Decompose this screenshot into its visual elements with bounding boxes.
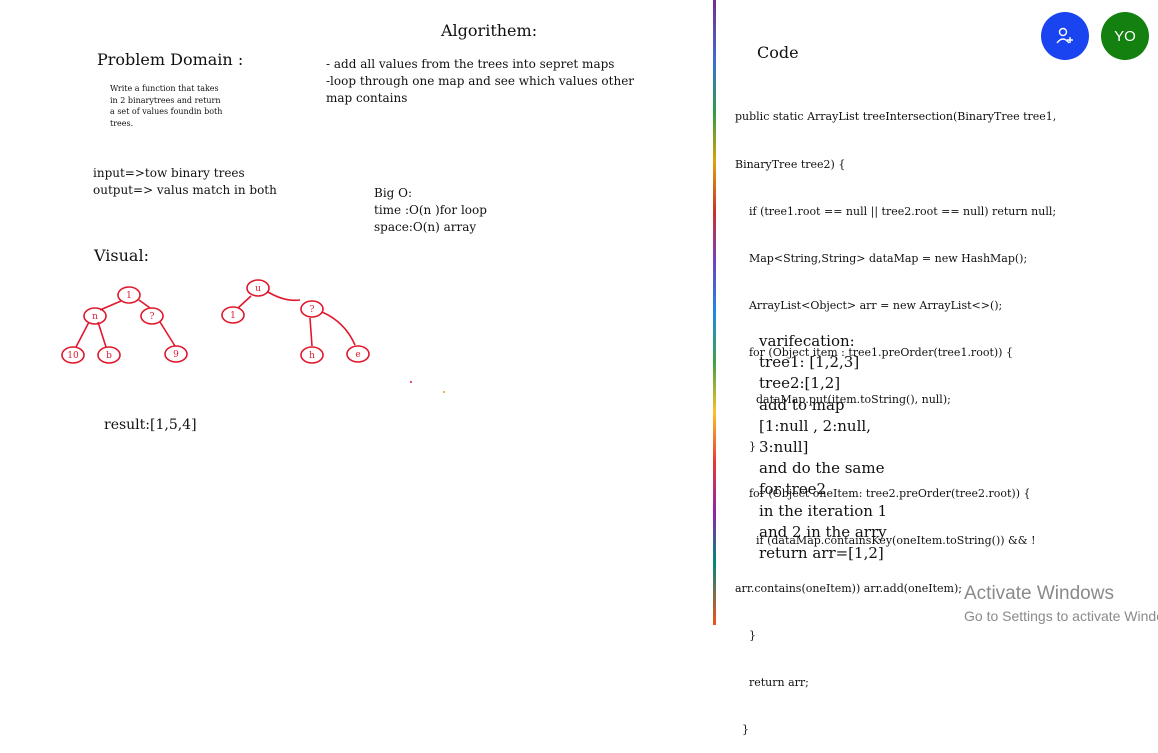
- tree1-node-label: 10: [67, 351, 79, 361]
- verification-line: 3:null]: [759, 438, 809, 457]
- code-line: Map<String,String> dataMap = new HashMap…: [735, 251, 1028, 265]
- code-line: }: [735, 722, 749, 736]
- add-user-button[interactable]: [1041, 12, 1089, 60]
- tree1-edge: [138, 299, 151, 309]
- tree-drawings: 1 n ? 10 b 9 u 1 ? h e: [61, 279, 445, 393]
- code-line: BinaryTree tree2) {: [735, 157, 846, 171]
- tree1-node-label: n: [92, 312, 98, 322]
- tree2-node-label: e: [355, 350, 360, 360]
- avatar[interactable]: YO: [1101, 12, 1149, 60]
- verification-line: and 2 in the arry: [759, 522, 887, 541]
- tree1-edge: [159, 321, 176, 347]
- tree1-node-label: 9: [173, 350, 179, 360]
- result-text: result:[1,5,4]: [104, 417, 197, 433]
- code-line: ArrayList<Object> arr = new ArrayList<>(…: [735, 298, 1003, 312]
- code-heading: Code: [757, 43, 799, 62]
- tree1-edge: [97, 321, 107, 348]
- code-line: return arr;: [735, 675, 809, 689]
- stray-dot: [410, 381, 412, 383]
- tree1-edge: [99, 300, 122, 311]
- tree2-node-label: 1: [230, 311, 236, 321]
- tree1-node-label: b: [106, 351, 112, 361]
- add-user-icon: [1056, 27, 1073, 44]
- tree1-node-label: 1: [126, 291, 132, 301]
- verification-line: [1:null , 2:null,: [759, 416, 871, 435]
- tree1-drawing: [61, 286, 188, 364]
- activate-windows-title: Activate Windows: [964, 583, 1114, 604]
- activate-windows-subtitle: Go to Settings to activate Windows.: [964, 608, 1158, 624]
- verification-line: varifecation:: [759, 332, 855, 350]
- verification-line: add to map: [759, 395, 845, 414]
- code-line: if (tree1.root == null || tree2.root == …: [735, 204, 1057, 218]
- tree2-node-label: u: [255, 284, 261, 294]
- avatar-initials: YO: [1114, 27, 1136, 45]
- tree2-edge: [309, 317, 313, 347]
- code-line: public static ArrayList treeIntersection…: [735, 110, 1057, 124]
- tree2-node-label: ?: [310, 305, 315, 315]
- tree2-edge: [237, 295, 252, 309]
- tree2-drawing: [221, 279, 370, 364]
- verification-line: for tree2: [759, 480, 827, 499]
- tree1-edge: [75, 321, 90, 348]
- verification-line: tree2:[1,2]: [759, 374, 841, 393]
- tree2-edge: [267, 291, 301, 302]
- verification-line: tree1: [1,2,3]: [759, 353, 860, 372]
- tree1-node-label: ?: [150, 312, 155, 322]
- verification-line: and do the same: [759, 459, 885, 478]
- verification-line: in the iteration 1: [759, 501, 888, 520]
- verification-line: return arr=[1,2]: [759, 544, 884, 563]
- tree2-node-label: h: [309, 351, 315, 361]
- column-divider: [713, 0, 716, 625]
- verification-block: varifecation: tree1: [1,2,3] tree2:[1,2]…: [759, 331, 887, 564]
- code-line: }: [735, 628, 756, 642]
- stray-dot: [443, 391, 445, 393]
- tree2-edge: [321, 311, 356, 346]
